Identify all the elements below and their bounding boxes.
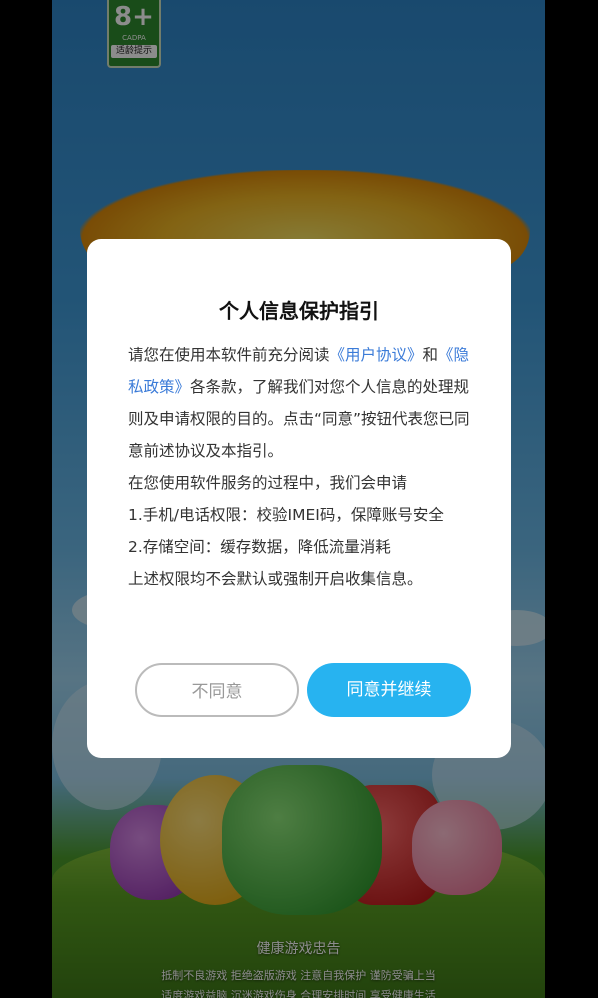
closing-statement: 上述权限均不会默认或强制开启收集信息。 [128,570,423,588]
permission-phone: 1.手机/电话权限：校验IMEI码，保障账号安全 [128,506,444,524]
privacy-dialog: 个人信息保护指引 请您在使用本软件前充分阅读《用户协议》和《隐私政策》各条款，了… [87,239,511,758]
intro-prefix: 请您在使用本软件前充分阅读 [128,346,330,364]
permissions-intro: 在您使用软件服务的过程中，我们会申请 [128,474,408,492]
dialog-body: 请您在使用本软件前充分阅读《用户协议》和《隐私政策》各条款，了解我们对您个人信息… [128,339,473,595]
permission-storage: 2.存储空间：缓存数据，降低流量消耗 [128,538,391,556]
dialog-title: 个人信息保护指引 [219,299,379,323]
user-agreement-link[interactable]: 《用户协议》 [330,346,423,364]
and-text: 和 [422,346,439,364]
decline-button[interactable]: 不同意 [135,663,299,717]
agree-continue-button[interactable]: 同意并继续 [307,663,471,717]
